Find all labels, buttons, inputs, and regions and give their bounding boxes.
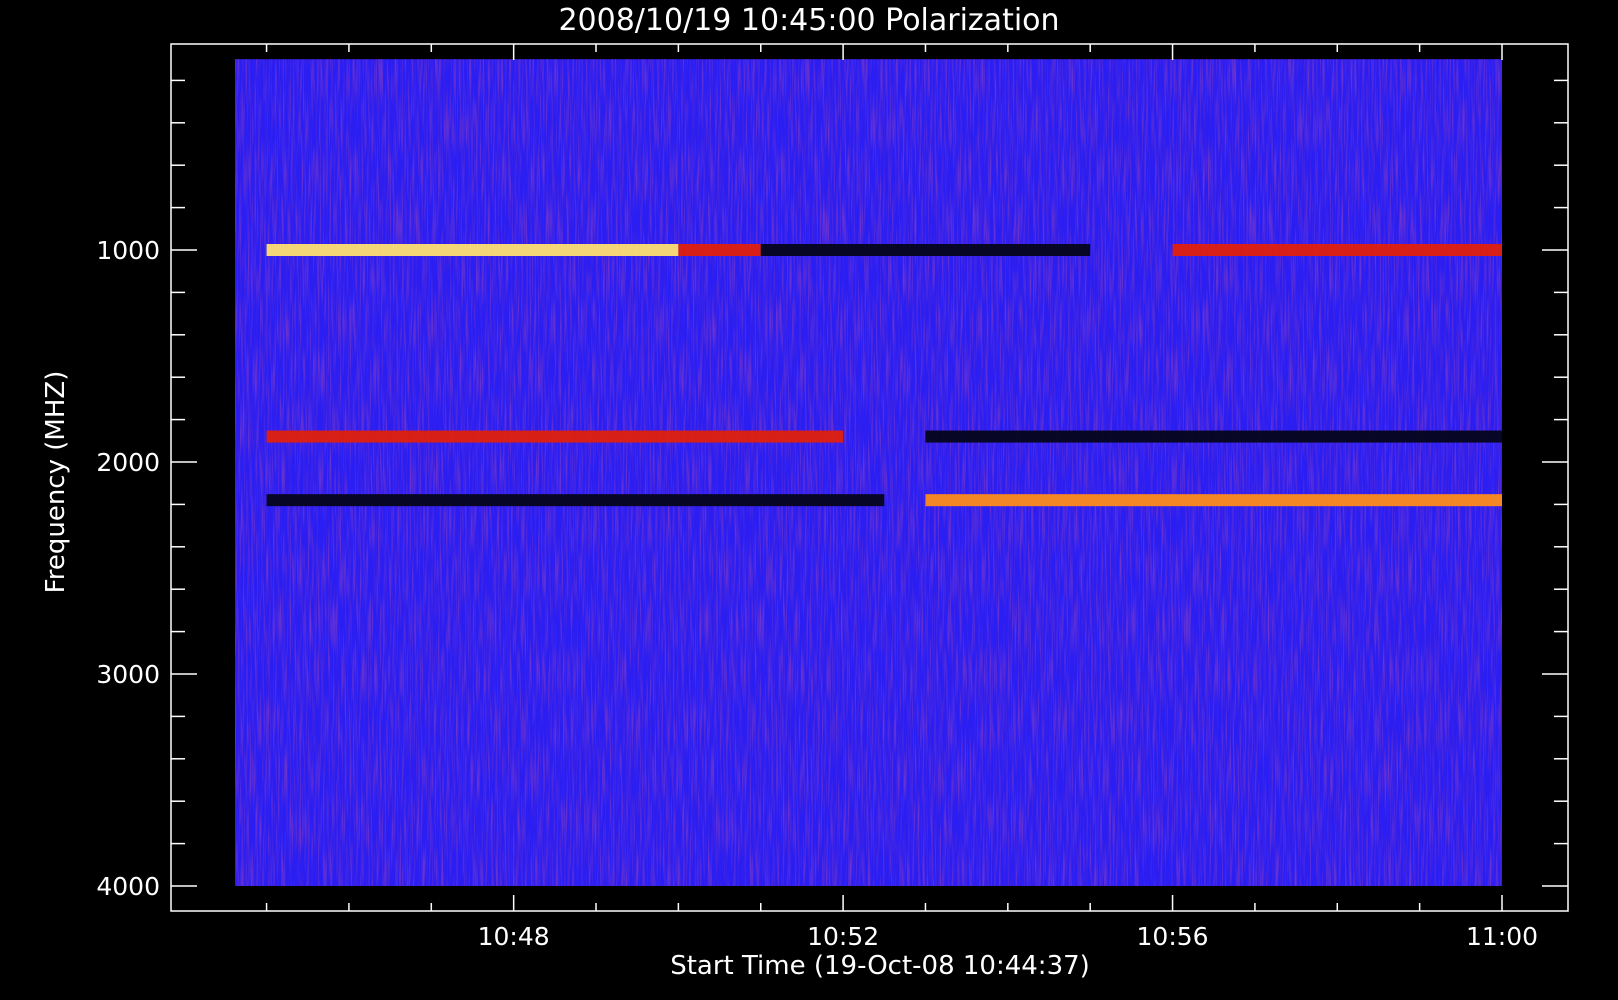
- heatmap-band-5: [925, 430, 1502, 443]
- x-tick-label: 11:00: [1466, 922, 1538, 951]
- x-tick-label: 10:56: [1137, 922, 1209, 951]
- y-tick-label: 1000: [96, 236, 160, 265]
- heatmap-band-0: [266, 244, 679, 256]
- chart-title: 2008/10/19 10:45:00 Polarization: [558, 3, 1059, 38]
- heatmap-band-6: [266, 494, 885, 507]
- heatmap-noise-texture: [235, 59, 1502, 886]
- heatmap-band-3: [1172, 244, 1502, 256]
- x-axis-title: Start Time (19-Oct-08 10:44:37): [670, 951, 1090, 981]
- x-tick-label: 10:52: [807, 922, 879, 951]
- y-tick-label: 3000: [96, 660, 160, 689]
- heatmap-band-1: [678, 244, 761, 256]
- x-tick-label: 10:48: [478, 922, 550, 951]
- heatmap-band-2: [760, 244, 1091, 256]
- y-tick-label: 2000: [96, 448, 160, 477]
- heatmap-band-7: [925, 494, 1502, 507]
- y-axis-title: Frequency (MHZ): [41, 371, 71, 594]
- heatmap-band-4: [266, 430, 844, 443]
- spectrogram-chart: 2008/10/19 10:45:00 Polarization 10:48 1…: [41, 3, 1569, 981]
- y-tick-label: 4000: [96, 872, 160, 901]
